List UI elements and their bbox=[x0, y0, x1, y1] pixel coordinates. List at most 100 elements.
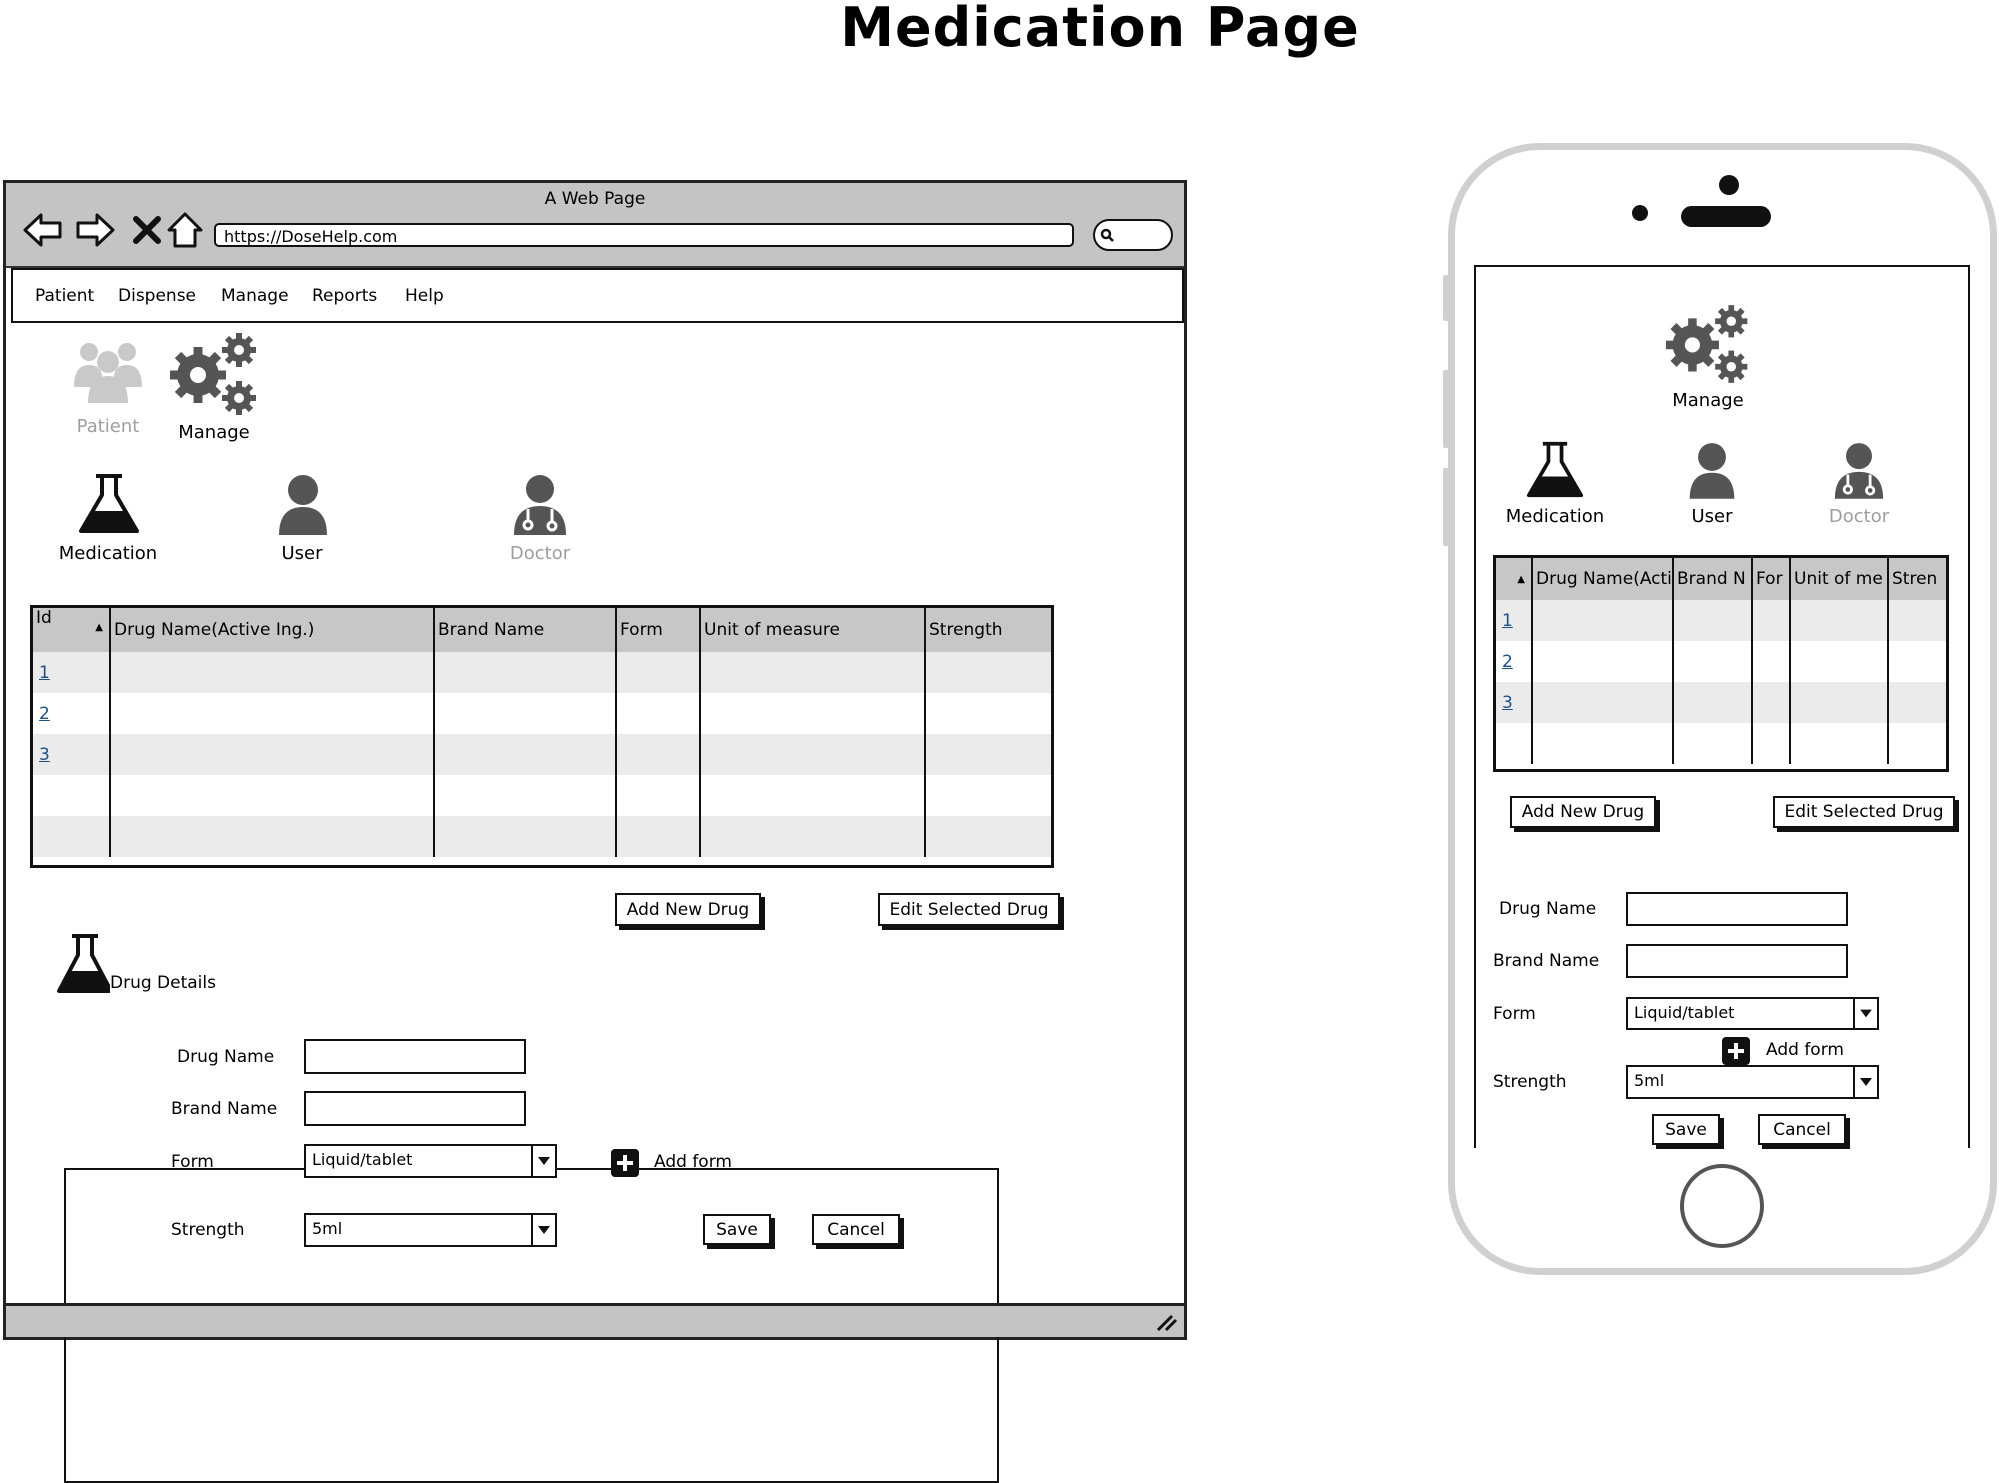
chevron-down-icon bbox=[538, 1157, 550, 1165]
row-id-link[interactable]: 3 bbox=[39, 745, 50, 765]
table-row[interactable] bbox=[1496, 723, 1946, 764]
gear-icon[interactable] bbox=[1664, 303, 1754, 385]
add-new-drug-button[interactable]: Add New Drug bbox=[615, 893, 761, 926]
table-row[interactable] bbox=[33, 816, 1051, 857]
column-header-strength[interactable]: Stren bbox=[1888, 558, 1946, 600]
menu-patient[interactable]: Patient bbox=[35, 286, 94, 306]
dropdown-toggle[interactable] bbox=[1853, 1067, 1877, 1097]
drug-name-input[interactable] bbox=[304, 1039, 526, 1074]
column-header-strength[interactable]: Strength bbox=[925, 608, 1051, 652]
edit-selected-drug-button[interactable]: Edit Selected Drug bbox=[878, 893, 1060, 926]
tile-doctor-label: Doctor bbox=[1828, 506, 1890, 527]
table-row[interactable]: 1 bbox=[33, 652, 1051, 693]
form-label: Form bbox=[171, 1152, 214, 1172]
table-row[interactable]: 3 bbox=[1496, 682, 1946, 723]
flask-icon[interactable] bbox=[1526, 440, 1584, 500]
column-header-drug-name[interactable]: Drug Name(Active Ing.) bbox=[110, 608, 435, 652]
drug-table: Id ▲ Drug Name(Active Ing.) Brand Name Fo… bbox=[30, 605, 1054, 868]
dropdown-toggle[interactable] bbox=[1853, 999, 1877, 1028]
brand-name-input[interactable] bbox=[304, 1091, 526, 1126]
brand-name-label: Brand Name bbox=[1493, 951, 1600, 971]
user-icon[interactable] bbox=[1686, 440, 1738, 500]
tile-medication-label: Medication bbox=[1505, 506, 1605, 527]
table-row[interactable]: 2 bbox=[33, 693, 1051, 734]
form-select-value: Liquid/tablet bbox=[312, 1150, 413, 1169]
doctor-icon[interactable] bbox=[512, 473, 568, 535]
strength-label: Strength bbox=[171, 1220, 245, 1240]
page-title: Medication Page bbox=[840, 0, 1360, 59]
dropdown-toggle[interactable] bbox=[531, 1215, 555, 1245]
sort-ascending-icon[interactable]: ▲ bbox=[1517, 574, 1525, 585]
phone-home-button[interactable] bbox=[1680, 1164, 1764, 1248]
search-icon bbox=[1100, 228, 1114, 242]
menu-dispense[interactable]: Dispense bbox=[118, 286, 196, 306]
table-row[interactable]: 1 bbox=[1496, 600, 1946, 641]
column-header-drug-name[interactable]: Drug Name(Acti bbox=[1532, 558, 1674, 600]
sort-ascending-icon[interactable]: ▲ bbox=[95, 622, 103, 633]
url-input[interactable]: https://DoseHelp.com bbox=[214, 223, 1074, 247]
phone-speaker bbox=[1681, 206, 1771, 227]
browser-search[interactable] bbox=[1093, 219, 1173, 251]
menu-bar: Patient Dispense Manage Reports Help bbox=[11, 268, 1184, 323]
dropdown-toggle[interactable] bbox=[531, 1146, 555, 1176]
save-button[interactable]: Save bbox=[703, 1214, 771, 1245]
phone-camera bbox=[1632, 205, 1648, 221]
tile-user-label: User bbox=[281, 543, 323, 564]
home-icon[interactable] bbox=[164, 209, 206, 251]
drug-name-label: Drug Name bbox=[1499, 899, 1597, 919]
brand-name-input[interactable] bbox=[1626, 944, 1848, 978]
phone-screen: Manage Medication User Doctor ▲ Drug Nam… bbox=[1474, 265, 1970, 1148]
browser-window: A Web Page https://DoseHelp.com Patient … bbox=[3, 180, 1187, 1483]
close-icon[interactable] bbox=[126, 209, 168, 251]
flask-icon[interactable] bbox=[78, 473, 140, 535]
window-title: A Web Page bbox=[544, 189, 646, 209]
form-select[interactable]: Liquid/tablet bbox=[304, 1144, 557, 1178]
edit-selected-drug-button[interactable]: Edit Selected Drug bbox=[1773, 796, 1955, 828]
column-header-unit[interactable]: Unit of me bbox=[1790, 558, 1889, 600]
column-header-brand-name[interactable]: Brand Name bbox=[434, 608, 617, 652]
menu-help[interactable]: Help bbox=[405, 286, 444, 306]
add-new-drug-button[interactable]: Add New Drug bbox=[1510, 796, 1656, 828]
chevron-down-icon bbox=[1860, 1009, 1872, 1018]
strength-select[interactable]: 5ml bbox=[304, 1213, 557, 1247]
form-select[interactable]: Liquid/tablet bbox=[1626, 997, 1879, 1030]
row-id-link[interactable]: 1 bbox=[1502, 611, 1513, 631]
drug-details-legend: Drug Details bbox=[110, 973, 220, 993]
column-header-form[interactable]: Form bbox=[616, 608, 701, 652]
gear-icon[interactable] bbox=[168, 331, 263, 417]
add-icon[interactable] bbox=[1722, 1037, 1750, 1065]
phone-sensor bbox=[1719, 175, 1739, 195]
drug-name-label: Drug Name bbox=[177, 1047, 275, 1067]
brand-name-label: Brand Name bbox=[171, 1099, 278, 1119]
strength-select[interactable]: 5ml bbox=[1626, 1065, 1879, 1099]
user-icon[interactable] bbox=[275, 473, 331, 535]
table-row[interactable]: 2 bbox=[1496, 641, 1946, 682]
column-header-brand-name[interactable]: Brand N bbox=[1673, 558, 1753, 600]
menu-reports[interactable]: Reports bbox=[312, 286, 377, 306]
column-header-id[interactable]: Id ▲ bbox=[33, 608, 111, 652]
column-header-id[interactable]: ▲ bbox=[1496, 558, 1533, 600]
row-id-link[interactable]: 1 bbox=[39, 663, 50, 683]
add-icon[interactable] bbox=[611, 1149, 639, 1177]
row-id-link[interactable]: 2 bbox=[1502, 652, 1513, 672]
add-form-link[interactable]: Add form bbox=[654, 1152, 732, 1172]
row-id-link[interactable]: 2 bbox=[39, 704, 50, 724]
resize-grip-icon[interactable] bbox=[1154, 1312, 1178, 1332]
save-button[interactable]: Save bbox=[1652, 1114, 1720, 1145]
cancel-button[interactable]: Cancel bbox=[1758, 1114, 1846, 1145]
cancel-button[interactable]: Cancel bbox=[812, 1214, 900, 1245]
column-header-form[interactable]: For bbox=[1752, 558, 1791, 600]
column-header-unit[interactable]: Unit of measure bbox=[700, 608, 926, 652]
flask-icon bbox=[57, 934, 113, 993]
drug-name-input[interactable] bbox=[1626, 892, 1848, 926]
forward-arrow-icon[interactable] bbox=[74, 209, 116, 251]
add-form-link[interactable]: Add form bbox=[1766, 1040, 1844, 1060]
patient-group-icon[interactable] bbox=[72, 335, 144, 405]
menu-manage[interactable]: Manage bbox=[221, 286, 289, 306]
table-row[interactable]: 3 bbox=[33, 734, 1051, 775]
table-row[interactable] bbox=[33, 775, 1051, 816]
chevron-down-icon bbox=[538, 1226, 550, 1234]
row-id-link[interactable]: 3 bbox=[1502, 693, 1513, 713]
back-arrow-icon[interactable] bbox=[22, 209, 64, 251]
doctor-icon[interactable] bbox=[1833, 440, 1885, 500]
